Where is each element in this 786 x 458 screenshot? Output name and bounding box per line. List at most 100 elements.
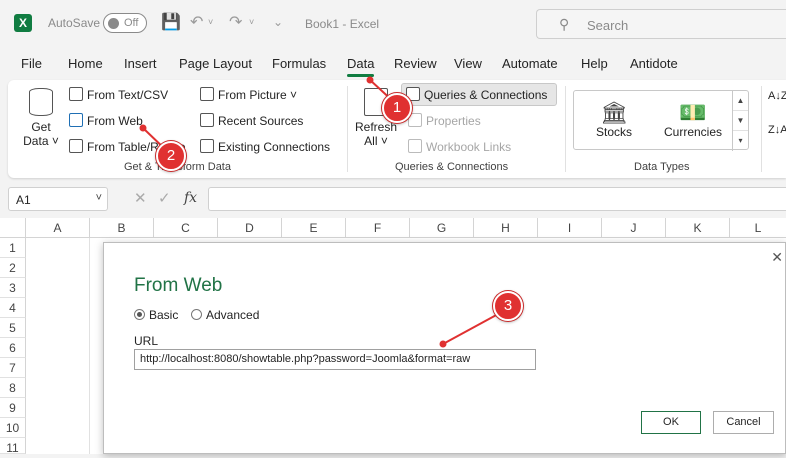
row-header-8[interactable]: 8 — [0, 378, 26, 398]
from-picture-label: From Picture ˅ — [218, 88, 298, 102]
fx-icon[interactable]: fx — [184, 190, 197, 206]
step-marker-1: 1 — [382, 93, 412, 123]
radio-advanced-indicator — [191, 309, 202, 320]
queries-connections-label: Queries & Connections — [424, 88, 548, 102]
excel-logo-icon: X — [14, 14, 32, 32]
column-header-h[interactable]: H — [474, 218, 538, 238]
document-title: Book1 - Excel — [305, 17, 380, 31]
save-icon[interactable]: 💾 — [161, 12, 181, 32]
column-header-b[interactable]: B — [90, 218, 154, 238]
column-header-a[interactable]: A — [26, 218, 90, 238]
tab-view[interactable]: View — [454, 56, 482, 71]
text-file-icon — [69, 87, 83, 101]
formula-input[interactable] — [208, 187, 786, 211]
redo-dropdown-icon[interactable]: ˅ — [249, 17, 254, 27]
enter-icon[interactable]: ✓ — [158, 189, 171, 207]
currencies-button[interactable]: 💵 Currencies — [664, 101, 722, 140]
sort-az-icon[interactable]: A↓Z — [768, 90, 786, 102]
database-icon — [29, 88, 53, 116]
column-header-j[interactable]: J — [602, 218, 666, 238]
existing-connections-button[interactable]: Existing Connections — [200, 139, 330, 154]
row-header-2[interactable]: 2 — [0, 258, 26, 278]
queries-connections-button[interactable]: Queries & Connections — [401, 83, 557, 106]
column-header-i[interactable]: I — [538, 218, 602, 238]
web-icon — [69, 113, 83, 127]
name-box[interactable]: A1 ˅ — [8, 187, 108, 211]
row-header-5[interactable]: 5 — [0, 318, 26, 338]
properties-button[interactable]: Properties — [408, 113, 481, 128]
existing-connections-icon — [200, 139, 214, 153]
undo-dropdown-icon[interactable]: ˅ — [208, 17, 213, 27]
get-data-label-2: Data ˅ — [23, 134, 59, 148]
workbook-links-icon — [408, 139, 422, 153]
close-icon[interactable]: ✕ — [771, 249, 783, 266]
table-icon — [69, 139, 83, 153]
column-header-f[interactable]: F — [346, 218, 410, 238]
tab-formulas[interactable]: Formulas — [272, 56, 326, 71]
tab-antidote[interactable]: Antidote — [630, 56, 678, 71]
step-marker-3: 3 — [493, 291, 523, 321]
row-header-7[interactable]: 7 — [0, 358, 26, 378]
cancel-button[interactable]: Cancel — [713, 411, 774, 434]
select-all-corner[interactable] — [0, 218, 26, 238]
more-icon[interactable]: ▾ — [733, 131, 748, 151]
url-input[interactable]: http://localhost:8080/showtable.php?pass… — [134, 349, 536, 370]
row-header-3[interactable]: 3 — [0, 278, 26, 298]
group-label-queries: Queries & Connections — [395, 161, 509, 173]
tab-file[interactable]: File — [21, 56, 42, 71]
name-box-value: A1 — [16, 193, 31, 207]
url-label: URL — [134, 334, 159, 348]
redo-icon[interactable]: ↷ — [229, 12, 242, 32]
customize-toolbar-icon[interactable]: ⌄ — [273, 15, 283, 29]
data-types-gallery: 🏛 Stocks 💵 Currencies ▲ ▼ ▾ — [573, 90, 749, 151]
column-header-l[interactable]: L — [730, 218, 786, 238]
cancel-icon[interactable]: ✕ — [134, 189, 147, 207]
row-header-4[interactable]: 4 — [0, 298, 26, 318]
row-header-1[interactable]: 1 — [0, 238, 26, 258]
step-marker-2: 2 — [156, 141, 186, 171]
tab-help[interactable]: Help — [581, 56, 608, 71]
column-header-e[interactable]: E — [282, 218, 346, 238]
workbook-links-label: Workbook Links — [426, 140, 512, 154]
autosave-label: AutoSave — [48, 16, 101, 30]
stocks-button[interactable]: 🏛 Stocks — [596, 101, 632, 140]
active-tab-indicator — [347, 74, 374, 77]
autosave-state: Off — [124, 17, 139, 29]
radio-advanced[interactable]: Advanced — [191, 308, 259, 322]
tab-automate[interactable]: Automate — [502, 56, 558, 71]
row-header-9[interactable]: 9 — [0, 398, 26, 418]
column-header-d[interactable]: D — [218, 218, 282, 238]
chevron-up-icon[interactable]: ▲ — [733, 91, 748, 111]
gallery-scroll[interactable]: ▲ ▼ ▾ — [732, 91, 748, 151]
recent-sources-button[interactable]: Recent Sources — [200, 113, 303, 128]
tab-home[interactable]: Home — [68, 56, 103, 71]
tab-data[interactable]: Data — [347, 56, 374, 71]
chevron-down-icon[interactable]: ▼ — [733, 111, 748, 131]
formula-buttons: ✕ ✓ fx — [124, 187, 204, 211]
tab-page-layout[interactable]: Page Layout — [179, 56, 252, 71]
tab-insert[interactable]: Insert — [124, 56, 157, 71]
from-picture-button[interactable]: From Picture ˅ — [200, 87, 297, 102]
queries-connections-content: Queries & Connections — [406, 87, 547, 102]
from-web-button[interactable]: From Web — [69, 113, 143, 128]
autosave-toggle[interactable]: Off — [103, 13, 147, 33]
column-header-k[interactable]: K — [666, 218, 730, 238]
group-separator — [565, 86, 566, 172]
from-text-csv-button[interactable]: From Text/CSV — [69, 87, 168, 102]
radio-basic[interactable]: Basic — [134, 308, 178, 322]
row-header-10[interactable]: 10 — [0, 418, 26, 438]
column-header-g[interactable]: G — [410, 218, 474, 238]
workbook-links-button[interactable]: Workbook Links — [408, 139, 511, 154]
search-box[interactable]: ⚲ Search — [536, 9, 786, 39]
row-header-11[interactable]: 11 — [0, 438, 26, 455]
radio-basic-label: Basic — [149, 308, 179, 322]
undo-icon[interactable]: ↶ — [190, 12, 203, 32]
sort-za-icon[interactable]: Z↓A — [768, 124, 786, 136]
tab-review[interactable]: Review — [394, 56, 437, 71]
chevron-down-icon[interactable]: ˅ — [96, 192, 102, 204]
get-data-button[interactable]: Get Data ˅ — [22, 88, 60, 148]
column-header-c[interactable]: C — [154, 218, 218, 238]
ok-button[interactable]: OK — [641, 411, 701, 434]
ribbon-tabs: File Home Insert Page Layout Formulas Da… — [0, 46, 786, 78]
row-header-6[interactable]: 6 — [0, 338, 26, 358]
